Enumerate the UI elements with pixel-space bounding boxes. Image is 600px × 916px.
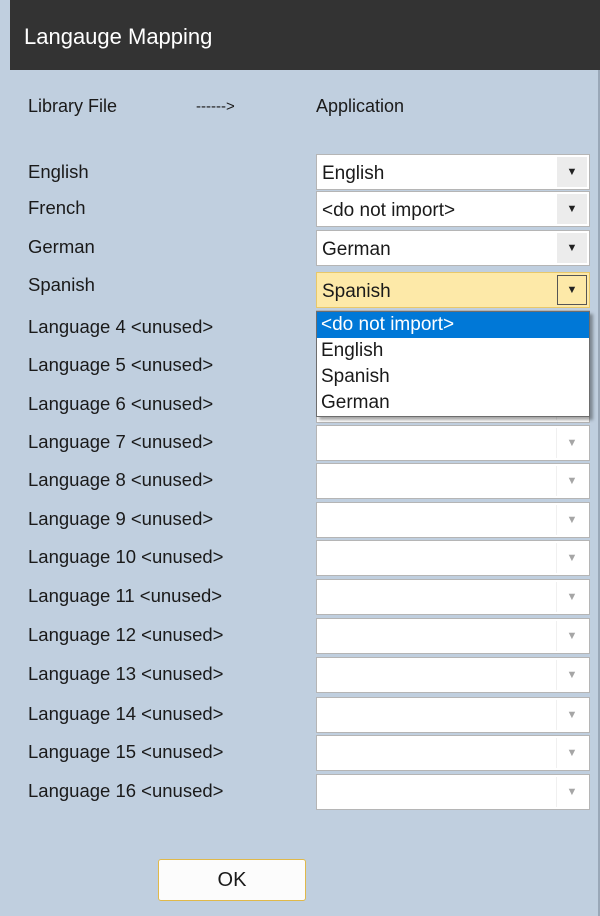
chevron-down-icon: ▼ — [556, 700, 587, 730]
chevron-down-icon: ▼ — [556, 621, 587, 651]
dropdown-option[interactable]: Spanish — [317, 364, 589, 390]
chevron-down-icon: ▼ — [556, 428, 587, 458]
row-label: English — [28, 161, 89, 182]
ok-button[interactable]: OK — [158, 859, 306, 901]
language-combobox: ▼ — [316, 540, 590, 576]
row-label: Language 15 <unused> — [28, 741, 224, 762]
language-combobox: ▼ — [316, 735, 590, 771]
row-label: Language 4 <unused> — [28, 316, 214, 337]
language-combobox[interactable]: English ▼ — [316, 154, 590, 190]
chevron-down-icon[interactable]: ▼ — [557, 157, 587, 187]
row-label: Language 6 <unused> — [28, 393, 214, 414]
dropdown-option[interactable]: English — [317, 338, 589, 364]
chevron-down-icon: ▼ — [556, 738, 587, 768]
row-label: Language 16 <unused> — [28, 780, 224, 801]
row-label: Language 9 <unused> — [28, 508, 214, 529]
language-combobox[interactable]: Spanish ▼ — [316, 272, 590, 308]
language-combobox: ▼ — [316, 774, 590, 810]
combobox-value: Spanish — [322, 281, 391, 302]
row-label: Language 14 <unused> — [28, 703, 224, 724]
chevron-down-icon: ▼ — [556, 777, 587, 807]
title-bar[interactable]: Langauge Mapping — [10, 0, 600, 70]
language-combobox: ▼ — [316, 697, 590, 733]
row-label: French — [28, 197, 86, 218]
row-label: German — [28, 236, 95, 257]
combobox-value: German — [322, 239, 391, 260]
application-header: Application — [316, 96, 405, 116]
chevron-down-icon: ▼ — [556, 466, 587, 496]
chevron-down-icon: ▼ — [556, 660, 587, 690]
row-label: Language 13 <unused> — [28, 663, 224, 684]
language-combobox: ▼ — [316, 502, 590, 538]
combobox-value: <do not import> — [322, 200, 456, 221]
language-dropdown-list[interactable]: <do not import> English Spanish German — [316, 311, 590, 417]
language-combobox: ▼ — [316, 425, 590, 461]
chevron-down-icon[interactable]: ▼ — [557, 194, 587, 224]
mapping-arrow: ------> — [196, 98, 235, 115]
dropdown-option[interactable]: <do not import> — [317, 312, 589, 338]
chevron-down-icon: ▼ — [556, 543, 587, 573]
library-file-header: Library File — [28, 96, 118, 116]
language-combobox: ▼ — [316, 463, 590, 499]
combobox-value: English — [322, 163, 385, 184]
language-combobox: ▼ — [316, 618, 590, 654]
chevron-down-icon[interactable]: ▼ — [557, 233, 587, 263]
language-combobox[interactable]: German ▼ — [316, 230, 590, 266]
language-combobox[interactable]: <do not import> ▼ — [316, 191, 590, 227]
row-label: Language 12 <unused> — [28, 624, 224, 645]
dropdown-option[interactable]: German — [317, 390, 589, 416]
language-combobox: ▼ — [316, 579, 590, 615]
row-label: Spanish — [28, 274, 95, 295]
chevron-down-icon: ▼ — [556, 505, 587, 535]
chevron-down-icon: ▼ — [556, 582, 587, 612]
language-combobox: ▼ — [316, 657, 590, 693]
window-title: Langauge Mapping — [24, 24, 213, 49]
row-label: Language 11 <unused> — [28, 585, 223, 606]
row-label: Language 7 <unused> — [28, 431, 214, 452]
row-label: Language 10 <unused> — [28, 546, 224, 567]
chevron-down-icon[interactable]: ▼ — [557, 275, 587, 305]
row-label: Language 8 <unused> — [28, 469, 214, 490]
row-label: Language 5 <unused> — [28, 354, 214, 375]
